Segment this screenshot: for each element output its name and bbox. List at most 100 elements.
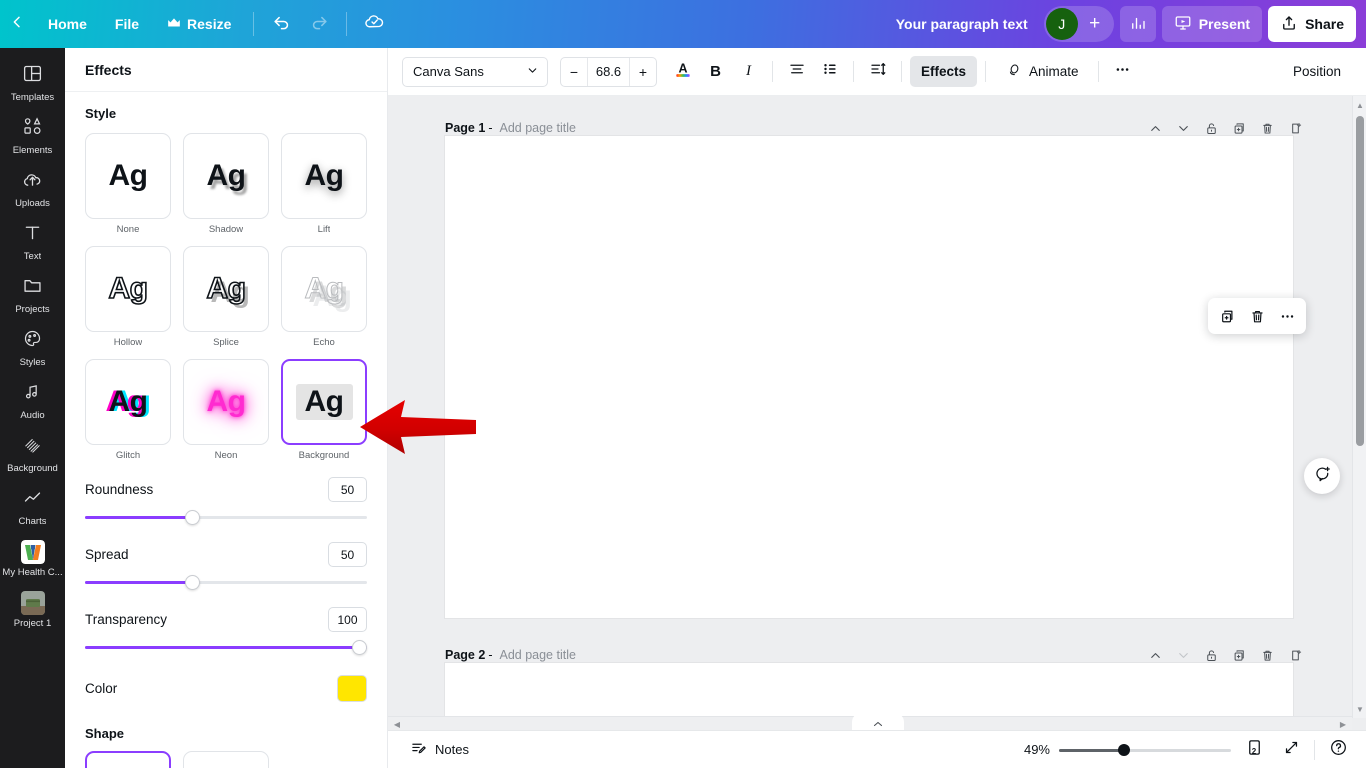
sidebar-item-label: Background: [7, 463, 58, 474]
style-option-lift[interactable]: Ag Lift: [281, 133, 367, 235]
page-1-canvas[interactable]: [445, 136, 1293, 618]
effects-button[interactable]: Effects: [910, 56, 977, 87]
color-row: Color: [85, 675, 367, 702]
present-button[interactable]: Present: [1162, 6, 1262, 42]
cloud-check-icon: [364, 11, 385, 37]
bullet-list-button[interactable]: [814, 56, 845, 87]
sidebar-item-charts[interactable]: Charts: [0, 480, 65, 533]
roundness-row: Roundness 50: [85, 477, 367, 502]
sidebar-item-templates[interactable]: Templates: [0, 56, 65, 109]
notes-expand-tab[interactable]: [852, 713, 904, 730]
home-button[interactable]: Home: [36, 8, 99, 40]
page-count: 2: [1240, 747, 1268, 756]
sidebar-item-audio[interactable]: Audio: [0, 374, 65, 427]
brand-logo-thumbnail: [21, 540, 45, 564]
notes-button[interactable]: Notes: [402, 736, 477, 764]
style-option-hollow[interactable]: Ag Hollow: [85, 246, 171, 348]
chevron-down-icon: [526, 64, 539, 80]
spread-slider[interactable]: [85, 573, 367, 591]
transparency-value[interactable]: 100: [328, 607, 367, 632]
transparency-slider[interactable]: [85, 638, 367, 656]
page-manager-button[interactable]: 2: [1240, 736, 1268, 764]
scroll-up-icon[interactable]: ▲: [1353, 98, 1366, 112]
page-2-title-input[interactable]: Add page title: [499, 648, 575, 662]
font-size-decrease[interactable]: −: [561, 58, 587, 86]
style-sample-text: Ag: [207, 161, 246, 191]
style-option-echo[interactable]: Ag Echo: [281, 246, 367, 348]
shape-option-abcd-alt[interactable]: aBCd: [183, 751, 269, 768]
line-spacing-button[interactable]: [862, 56, 893, 87]
italic-button[interactable]: I: [733, 56, 764, 87]
style-option-none[interactable]: Ag None: [85, 133, 171, 235]
sidebar-item-background[interactable]: Background: [0, 427, 65, 480]
vertical-scrollbar[interactable]: ▲ ▼: [1352, 96, 1366, 718]
style-option-splice[interactable]: Ag Splice: [183, 246, 269, 348]
font-size-input[interactable]: 68.6: [587, 58, 630, 86]
slider-knob[interactable]: [185, 510, 200, 525]
text-color-button[interactable]: A: [667, 56, 698, 87]
top-bar: Home File Resize: [0, 0, 1366, 48]
page-1-title-input[interactable]: Add page title: [499, 121, 575, 135]
zoom-slider[interactable]: [1059, 742, 1231, 758]
font-family-select[interactable]: Canva Sans: [402, 57, 548, 87]
sidebar-item-my-health-c[interactable]: My Health C...: [0, 533, 65, 584]
add-collaborator-button[interactable]: +: [1080, 8, 1110, 40]
collaborators-group[interactable]: J +: [1044, 6, 1114, 42]
avatar[interactable]: J: [1046, 8, 1078, 40]
roundness-slider[interactable]: [85, 508, 367, 526]
zoom-knob[interactable]: [1118, 744, 1130, 756]
bold-button[interactable]: B: [700, 56, 731, 87]
sidebar-item-text[interactable]: Text: [0, 215, 65, 268]
share-button[interactable]: Share: [1268, 6, 1356, 42]
resize-button[interactable]: Resize: [155, 8, 243, 40]
sidebar-item-elements[interactable]: Elements: [0, 109, 65, 162]
scroll-right-icon[interactable]: ▶: [1336, 717, 1350, 731]
style-option-background[interactable]: Ag Background: [281, 359, 367, 461]
undo-button[interactable]: [265, 8, 297, 40]
shape-option-abcd[interactable]: ABCD: [85, 751, 171, 768]
add-comment-icon: [1313, 464, 1332, 488]
spread-label: Spread: [85, 547, 129, 562]
style-option-shadow[interactable]: Ag Shadow: [183, 133, 269, 235]
style-option-glitch[interactable]: Ag Glitch: [85, 359, 171, 461]
position-button[interactable]: Position: [1282, 56, 1352, 87]
style-option-neon[interactable]: Ag Neon: [183, 359, 269, 461]
more-horizontal-icon[interactable]: [1273, 302, 1301, 330]
color-swatch[interactable]: [337, 675, 367, 702]
scroll-left-icon[interactable]: ◀: [390, 717, 404, 731]
sidebar-item-project-1[interactable]: Project 1: [0, 584, 65, 635]
bold-icon: B: [710, 63, 721, 80]
help-button[interactable]: [1324, 736, 1352, 764]
spread-value[interactable]: 50: [328, 542, 367, 567]
more-options-button[interactable]: [1107, 56, 1138, 87]
saved-status-button[interactable]: [358, 8, 390, 40]
style-preview: Ag: [281, 133, 367, 219]
text-align-button[interactable]: [781, 56, 812, 87]
add-comment-button[interactable]: [1304, 458, 1340, 494]
delete-icon[interactable]: [1243, 302, 1271, 330]
vertical-scroll-thumb[interactable]: [1356, 116, 1364, 446]
canvas-area[interactable]: Page 1 - Add page title: [388, 96, 1366, 768]
scroll-down-icon[interactable]: ▼: [1353, 702, 1366, 716]
font-size-increase[interactable]: +: [630, 58, 656, 86]
sidebar-item-styles[interactable]: Styles: [0, 321, 65, 374]
slider-knob[interactable]: [352, 640, 367, 655]
redo-button[interactable]: [303, 8, 335, 40]
sidebar-item-projects[interactable]: Projects: [0, 268, 65, 321]
animate-button[interactable]: Animate: [994, 56, 1090, 87]
project-thumbnail: [21, 591, 45, 615]
sidebar-item-label: Text: [24, 251, 41, 262]
slider-knob[interactable]: [185, 575, 200, 590]
file-menu-button[interactable]: File: [103, 8, 151, 40]
back-button[interactable]: [0, 0, 34, 48]
document-title[interactable]: Your paragraph text: [884, 16, 1040, 32]
insights-button[interactable]: [1120, 6, 1156, 42]
fullscreen-button[interactable]: [1277, 736, 1305, 764]
duplicate-icon[interactable]: [1213, 302, 1241, 330]
sidebar-item-label: My Health C...: [2, 567, 62, 578]
style-sample-text: Ag: [207, 274, 246, 304]
roundness-value[interactable]: 50: [328, 477, 367, 502]
color-label: Color: [85, 681, 117, 696]
templates-icon: [22, 63, 43, 89]
sidebar-item-uploads[interactable]: Uploads: [0, 162, 65, 215]
